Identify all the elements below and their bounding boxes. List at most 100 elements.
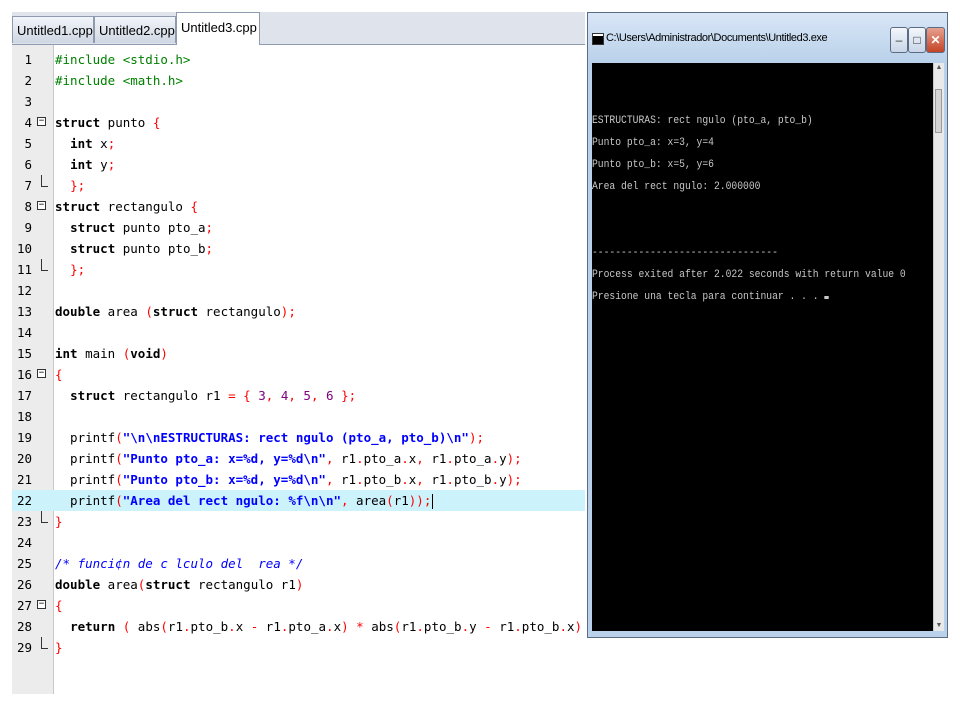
code-text: printf("\n\nESTRUCTURAS: rect ngulo (pto…: [55, 427, 484, 448]
code-token: "Area del rect ngulo: %f\n\n": [122, 493, 341, 508]
scroll-down-icon[interactable]: ▼: [934, 621, 944, 631]
code-token: .: [446, 451, 454, 466]
code-token: {: [190, 199, 198, 214]
line-number: 16: [16, 367, 32, 382]
fold-toggle-icon[interactable]: −: [37, 600, 46, 609]
code-line[interactable]: 8− struct rectangulo {: [12, 196, 585, 217]
code-line[interactable]: 10 struct punto pto_b;: [12, 238, 585, 259]
code-token: }: [55, 514, 63, 529]
code-token: int: [70, 157, 93, 172]
code-token: "Punto pto_a: x=%d, y=%d\n": [122, 451, 326, 466]
code-line[interactable]: 4− struct punto {: [12, 112, 585, 133]
code-token: (: [115, 451, 123, 466]
code-text: struct rectangulo r1 = { 3, 4, 5, 6 };: [55, 385, 356, 406]
code-text: };: [55, 259, 85, 280]
code-token: .: [401, 451, 409, 466]
line-number: 8: [24, 199, 32, 214]
code-token: y: [499, 472, 507, 487]
code-line[interactable]: 2 #include <math.h>: [12, 70, 585, 91]
code-line[interactable]: 26 double area(struct rectangulo r1): [12, 574, 585, 595]
line-number: 21: [16, 472, 32, 487]
code-line-current[interactable]: 22 printf("Area del rect ngulo: %f\n\n",…: [12, 490, 585, 511]
maximize-button[interactable]: □: [908, 27, 926, 53]
code-line[interactable]: 25 /* funci¢n de c lculo del rea */: [12, 553, 585, 574]
minimize-button[interactable]: –: [890, 27, 908, 53]
console-scrollbar[interactable]: ▲ ▼: [933, 63, 944, 631]
code-line[interactable]: 15 int main (void): [12, 343, 585, 364]
code-area[interactable]: 1 #include <stdio.h> 2 #include <math.h> 3 4−…: [12, 45, 605, 694]
line-number: 10: [16, 241, 32, 256]
code-line[interactable]: 14: [12, 322, 585, 343]
code-line[interactable]: 7 };: [12, 175, 585, 196]
code-text: /* funci¢n de c lculo del rea */: [55, 553, 303, 574]
code-token: struct: [152, 304, 198, 319]
line-number: 26: [16, 577, 32, 592]
fold-toggle-icon[interactable]: −: [37, 369, 46, 378]
line-number: 14: [16, 325, 32, 340]
tab-untitled3[interactable]: Untitled3.cpp: [176, 12, 260, 45]
code-token: printf: [55, 493, 116, 508]
code-line[interactable]: 1 #include <stdio.h>: [12, 49, 585, 70]
code-token: };: [70, 262, 86, 277]
code-token: printf: [55, 472, 116, 487]
code-line[interactable]: 21 printf("Punto pto_b: x=%d, y=%d\n", r…: [12, 469, 585, 490]
console-title-bar[interactable]: C:\Users\Administrador\Documents\Untitle…: [588, 13, 947, 63]
code-token: {: [55, 598, 63, 613]
code-line[interactable]: 18: [12, 406, 585, 427]
code-line[interactable]: 12: [12, 280, 585, 301]
line-number: 3: [24, 94, 32, 109]
code-line[interactable]: 29}: [12, 637, 585, 658]
tab-untitled1[interactable]: Untitled1.cpp: [12, 16, 94, 43]
code-token: r1: [423, 472, 447, 487]
code-token: printf: [55, 430, 116, 445]
code-line[interactable]: 6 int y;: [12, 154, 585, 175]
code-line[interactable]: 19 printf("\n\nESTRUCTURAS: rect ngulo (…: [12, 427, 585, 448]
code-text: printf("Punto pto_b: x=%d, y=%d\n", r1.p…: [55, 469, 522, 490]
code-text: int y;: [55, 154, 115, 175]
tab-untitled2[interactable]: Untitled2.cpp: [94, 16, 176, 43]
code-line[interactable]: 9 struct punto pto_a;: [12, 217, 585, 238]
close-button[interactable]: ✕: [926, 27, 945, 53]
code-token: r1: [401, 619, 417, 634]
console-line: --------------------------------: [592, 247, 778, 259]
code-token: pto_a: [453, 451, 492, 466]
code-line[interactable]: 23}: [12, 511, 585, 532]
code-line[interactable]: 3: [12, 91, 585, 112]
code-token: 3: [258, 388, 266, 403]
line-number: 27: [16, 598, 32, 613]
code-token: #include <math.h>: [55, 73, 183, 88]
code-text: #include <stdio.h>: [55, 49, 190, 70]
code-token: rectangulo r1: [115, 388, 229, 403]
line-number: 11: [16, 262, 32, 277]
code-token: x: [92, 136, 108, 151]
code-token: );: [468, 430, 484, 445]
scroll-up-icon[interactable]: ▲: [934, 63, 944, 73]
code-token: = {: [228, 388, 251, 403]
code-token: area: [348, 493, 387, 508]
console-output[interactable]: ESTRUCTURAS: rect ngulo (pto_a, pto_b) Pu…: [592, 63, 933, 631]
scroll-thumb[interactable]: [935, 89, 942, 133]
code-line[interactable]: 16−{: [12, 364, 585, 385]
console-app-icon: [592, 33, 604, 45]
code-token: pto_b: [453, 472, 492, 487]
line-number: 25: [16, 556, 32, 571]
console-line: Presione una tecla para continuar . . .: [592, 291, 829, 303]
code-line[interactable]: 11 };: [12, 259, 585, 280]
code-line[interactable]: 20 printf("Punto pto_a: x=%d, y=%d\n", r…: [12, 448, 585, 469]
fold-toggle-icon[interactable]: −: [37, 117, 46, 126]
code-token: ;: [205, 241, 214, 256]
code-token: struct: [55, 115, 101, 130]
code-line[interactable]: 28 return ( abs(r1.pto_b.x - r1.pto_a.x)…: [12, 616, 605, 637]
code-line[interactable]: 13 double area (struct rectangulo);: [12, 301, 585, 322]
code-line[interactable]: 24: [12, 532, 585, 553]
text-cursor: [432, 494, 434, 509]
line-number: 23: [16, 514, 32, 529]
fold-toggle-icon[interactable]: −: [37, 201, 46, 210]
line-number: 28: [16, 619, 32, 634]
code-line[interactable]: 27−{: [12, 595, 585, 616]
code-line[interactable]: 5 int x;: [12, 133, 585, 154]
code-token: ): [341, 619, 349, 634]
code-line[interactable]: 17 struct rectangulo r1 = { 3, 4, 5, 6 }…: [12, 385, 585, 406]
